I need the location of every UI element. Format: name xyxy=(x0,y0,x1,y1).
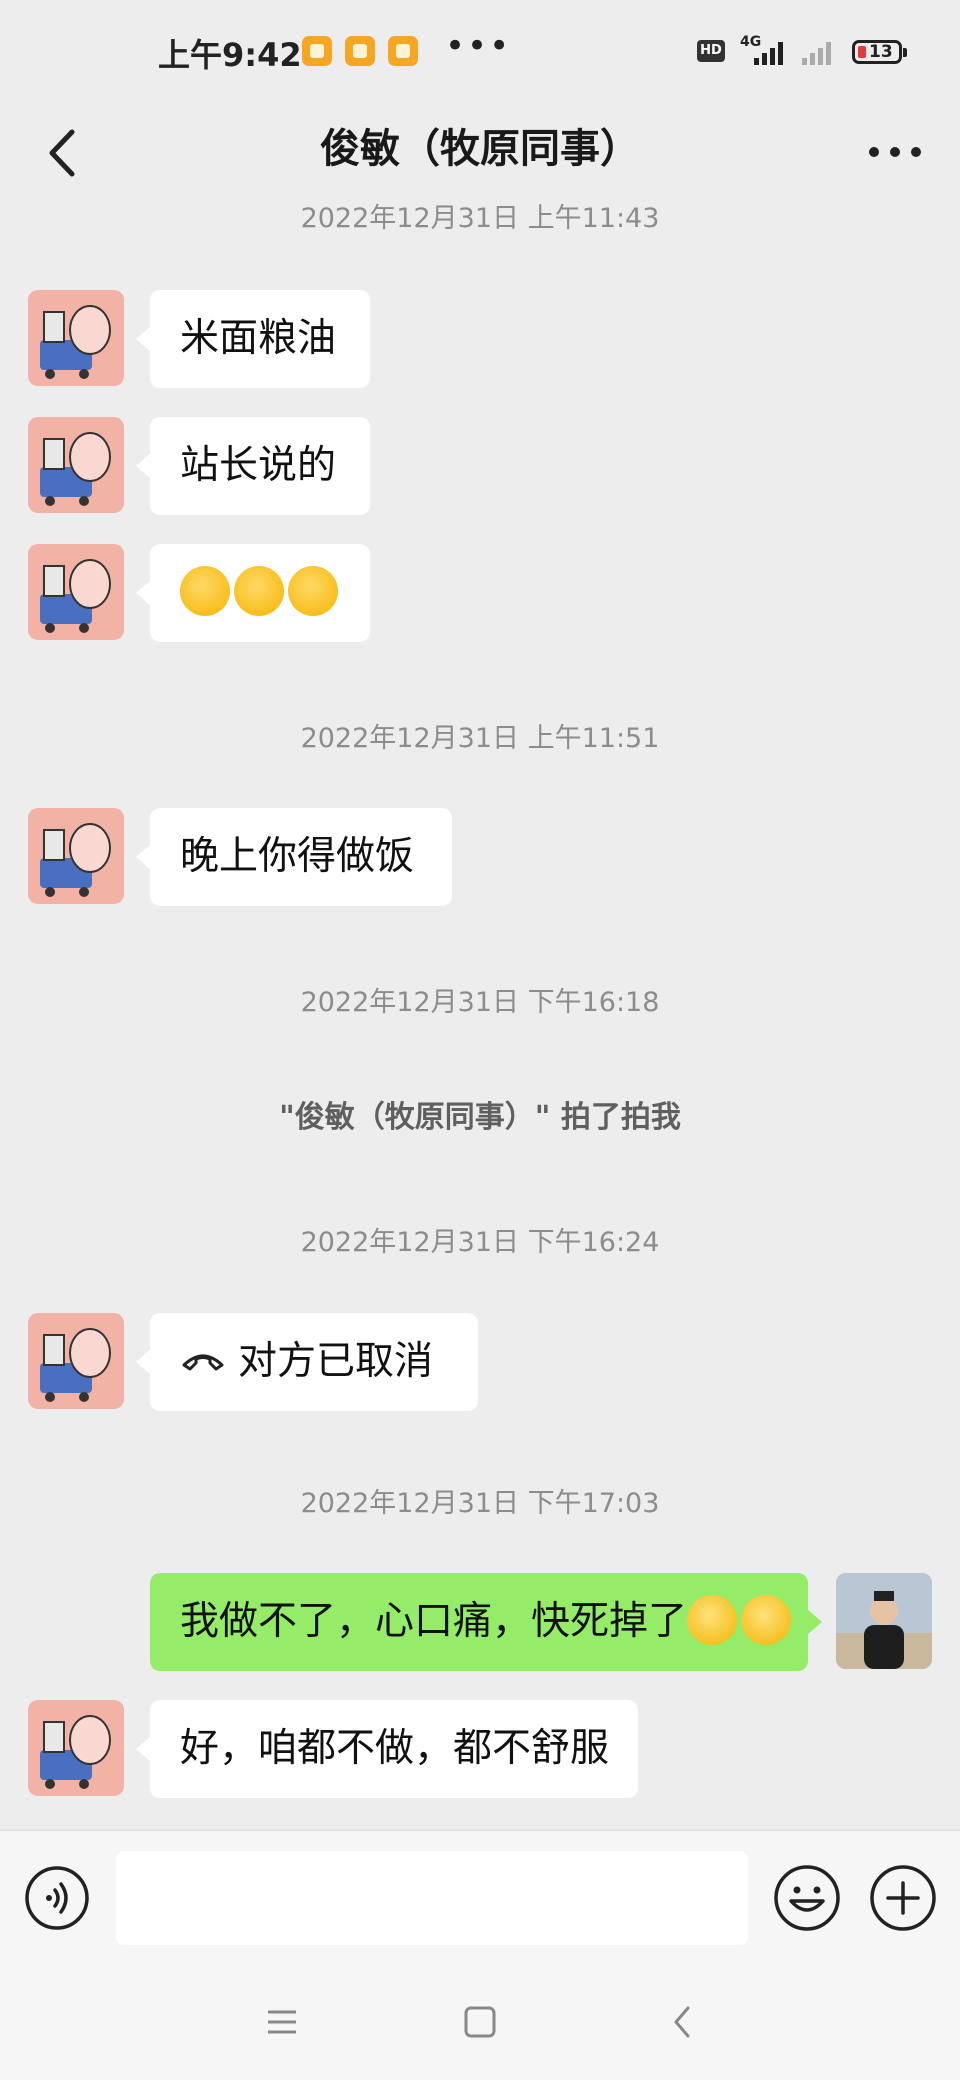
contact-avatar[interactable] xyxy=(28,1700,124,1796)
contact-avatar[interactable] xyxy=(28,1313,124,1409)
more-functions-plus-icon[interactable] xyxy=(868,1863,938,1933)
recent-apps-menu-icon[interactable] xyxy=(258,1998,306,2046)
chat-header: 俊敏（牧原同事） xyxy=(0,104,960,200)
message-bubble[interactable]: 米面粮油 xyxy=(136,290,370,388)
status-time: 上午9:42 xyxy=(158,36,302,74)
signal-icon xyxy=(754,42,783,65)
sad-sigh-emoji xyxy=(234,565,284,616)
contact-avatar[interactable] xyxy=(28,544,124,640)
eye-roll-emoji xyxy=(687,1594,738,1645)
back-nav-icon[interactable] xyxy=(660,1998,708,2046)
timestamp: 2022年12月31日 上午11:43 xyxy=(300,203,660,234)
sad-sigh-emoji xyxy=(180,565,230,616)
more-notifications-icon: ••• xyxy=(445,26,512,66)
notification-icon xyxy=(345,36,375,66)
contact-avatar[interactable] xyxy=(28,417,124,513)
message-input-bar xyxy=(0,1830,960,1965)
message-bubble[interactable]: 站长说的 xyxy=(136,417,370,515)
signal-icon-sim2 xyxy=(802,42,831,65)
timestamp: 2022年12月31日 下午16:18 xyxy=(300,987,660,1018)
eye-roll-emoji xyxy=(741,1594,792,1645)
timestamp: 2022年12月31日 下午16:24 xyxy=(300,1227,660,1258)
contact-avatar[interactable] xyxy=(28,808,124,904)
notification-icon xyxy=(388,36,418,66)
voice-input-icon[interactable] xyxy=(24,1865,90,1931)
hd-badge: HD xyxy=(697,40,725,62)
message-bubble[interactable]: 晚上你得做饭 xyxy=(136,808,452,906)
home-square-icon[interactable] xyxy=(456,1998,504,2046)
message-text: 我做不了，心口痛，快死掉了 xyxy=(180,1599,688,1644)
notification-icon xyxy=(302,36,332,66)
call-status-text: 对方已取消 xyxy=(238,1339,434,1384)
sad-sigh-emoji xyxy=(288,565,338,616)
contact-avatar[interactable] xyxy=(28,290,124,386)
timestamp: 2022年12月31日 上午11:51 xyxy=(300,723,660,754)
call-cancelled-bubble[interactable]: 对方已取消 xyxy=(136,1313,478,1411)
more-options-icon[interactable] xyxy=(860,122,930,182)
my-avatar[interactable] xyxy=(836,1573,932,1669)
timestamp: 2022年12月31日 下午17:03 xyxy=(300,1488,660,1519)
battery-icon: 13 xyxy=(852,40,907,64)
message-bubble[interactable]: 好，咱都不做，都不舒服 xyxy=(136,1700,638,1798)
chat-title: 俊敏（牧原同事） xyxy=(320,126,640,172)
system-navigation-bar xyxy=(0,1964,960,2080)
pat-system-message: "俊敏（牧原同事）" 拍了拍我 xyxy=(279,1100,681,1135)
emoji-picker-icon[interactable] xyxy=(772,1863,842,1933)
status-bar: 上午9:42 ••• HD 4G 13 xyxy=(0,0,960,104)
hang-up-phone-icon xyxy=(182,1354,224,1370)
message-text-field[interactable] xyxy=(116,1851,748,1945)
battery-level: 13 xyxy=(869,42,893,62)
message-bubble-emoji[interactable] xyxy=(136,544,370,642)
message-bubble-outgoing[interactable]: 我做不了，心口痛，快死掉了 xyxy=(150,1573,822,1671)
